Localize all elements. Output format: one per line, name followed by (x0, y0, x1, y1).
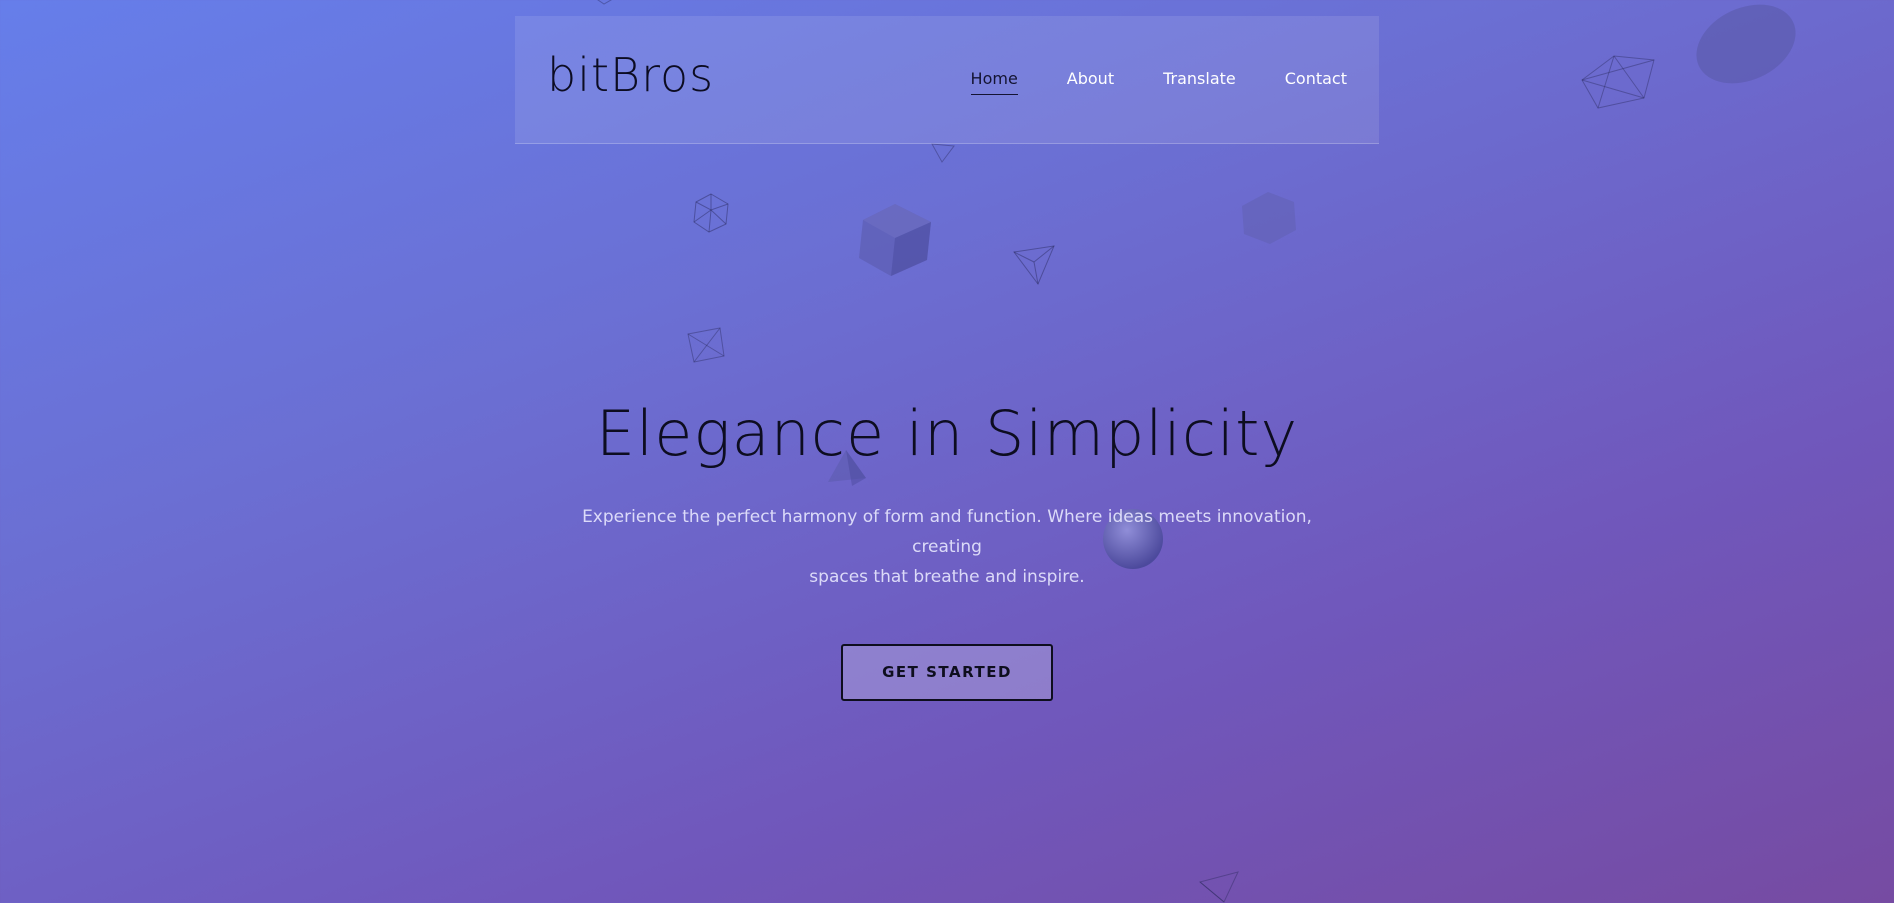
ellipsoid-shape-icon (1696, 4, 1796, 84)
polyhedron-shape-icon (1242, 192, 1296, 244)
cube-shape-icon (859, 204, 931, 276)
wireframe-tetrahedron-icon (1013, 245, 1055, 285)
wireframe-cluster-icon (1581, 55, 1655, 109)
nav-link-about[interactable]: About (1067, 69, 1114, 90)
nav-link-contact[interactable]: Contact (1285, 69, 1347, 90)
wireframe-top-icon (597, 0, 613, 5)
nav-link-translate[interactable]: Translate (1163, 69, 1236, 90)
hero-subtitle-line-2: spaces that breathe and inspire. (809, 567, 1085, 588)
site-logo[interactable]: bitBros (547, 52, 714, 98)
get-started-button[interactable]: GET STARTED (841, 644, 1053, 702)
nav-links: Home About Translate Contact (970, 69, 1347, 95)
hero-section: Elegance in Simplicity Experience the pe… (0, 397, 1894, 702)
wireframe-prism-icon (687, 327, 725, 363)
hero-subtitle-line-1: Experience the perfect harmony of form a… (582, 507, 1312, 558)
wireframe-bottom-icon (1198, 871, 1239, 903)
wireframe-icosahedron-icon (693, 193, 729, 233)
hero-title: Elegance in Simplicity (595, 397, 1299, 470)
wireframe-small-icon (931, 143, 955, 163)
nav-link-home[interactable]: Home (970, 69, 1019, 95)
navbar: bitBros Home About Translate Contact (515, 16, 1379, 144)
hero-subtitle: Experience the perfect harmony of form a… (557, 502, 1337, 592)
